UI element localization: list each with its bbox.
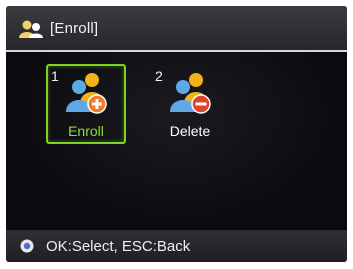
remove-user-icon bbox=[170, 73, 211, 114]
title-bar: [Enroll] bbox=[6, 6, 347, 52]
device-screen: [Enroll] 1 Enroll 2 Delete OK:Select, ES… bbox=[6, 6, 347, 262]
key-hint: OK:Select, ESC:Back bbox=[46, 238, 191, 255]
item-label: Delete bbox=[169, 123, 211, 139]
info-icon bbox=[20, 239, 34, 253]
menu-area: 1 Enroll 2 Delete bbox=[6, 52, 347, 230]
item-number: 2 bbox=[155, 68, 163, 84]
page-title: [Enroll] bbox=[50, 20, 99, 37]
item-label: Enroll bbox=[68, 123, 104, 139]
add-user-icon bbox=[66, 73, 107, 114]
menu-item-enroll[interactable]: 1 Enroll bbox=[46, 64, 126, 144]
item-number: 1 bbox=[51, 68, 59, 84]
footer-bar: OK:Select, ESC:Back bbox=[6, 230, 347, 262]
users-icon bbox=[19, 20, 43, 38]
menu-item-delete[interactable]: 2 Delete bbox=[150, 64, 230, 144]
